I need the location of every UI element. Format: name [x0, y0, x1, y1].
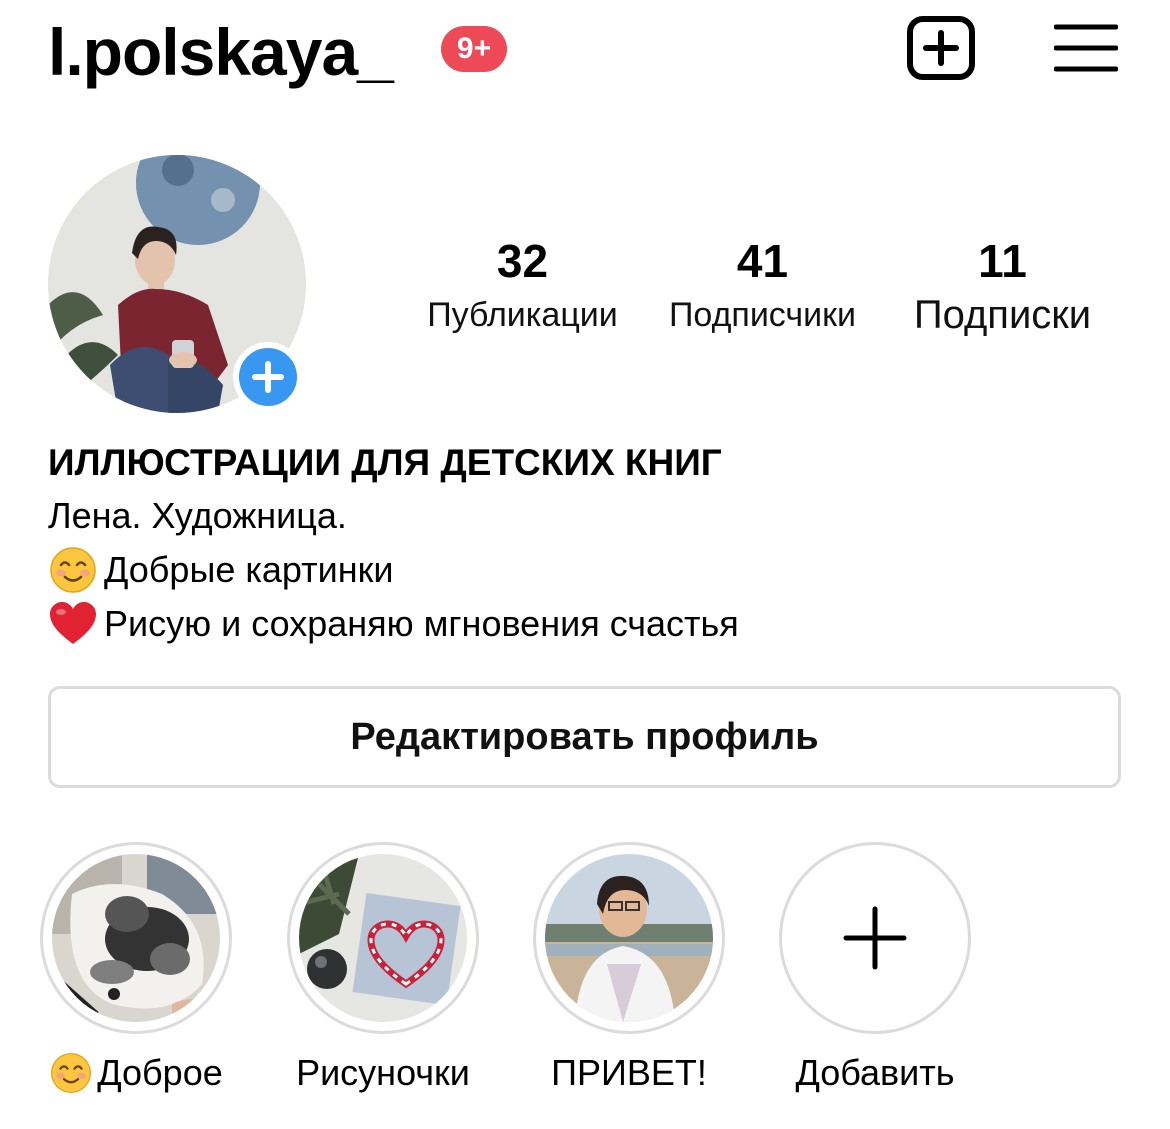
posts-label: Публикации — [427, 296, 618, 334]
bio-line-text: Лена. Художница. — [48, 495, 347, 536]
beach-portrait-image — [545, 854, 713, 1022]
highlight-item[interactable]: Доброе — [6, 842, 266, 1098]
menu-button[interactable] — [1053, 22, 1119, 74]
highlight-label-text: ПРИВЕТ! — [551, 1052, 707, 1093]
posts-count: 32 — [496, 235, 549, 287]
highlight-item[interactable]: ПРИВЕТ! — [499, 842, 759, 1098]
edit-profile-button[interactable]: Редактировать профиль — [48, 686, 1121, 788]
following-count: 11 — [978, 235, 1027, 287]
smiling-face-icon — [51, 1052, 92, 1094]
notification-badge[interactable]: 9+ — [441, 26, 507, 72]
highlight-ring — [287, 842, 479, 1034]
bio-title: ИЛЛЮСТРАЦИИ ДЛЯ ДЕТСКИХ КНИГ — [48, 442, 722, 483]
following-stat[interactable]: 11 Подписки — [900, 232, 1105, 340]
add-story-button[interactable] — [233, 342, 303, 412]
username-title[interactable]: l.polskaya_ — [48, 12, 394, 92]
highlight-label-text: Рисуночки — [296, 1052, 470, 1093]
following-label: Подписки — [913, 293, 1092, 337]
plus-square-icon — [907, 16, 975, 80]
highlight-label: Добавить — [745, 1048, 1005, 1098]
highlight-label: Рисуночки — [253, 1048, 513, 1098]
highlight-label: ПРИВЕТ! — [499, 1048, 759, 1098]
red-heart-icon — [50, 602, 96, 644]
top-bar: l.polskaya_ 9+ — [0, 0, 1170, 110]
highlight-item[interactable]: Рисуночки — [253, 842, 513, 1098]
bio-line: Добрые картинки — [48, 543, 1118, 597]
new-post-button[interactable] — [906, 15, 976, 81]
plus-icon — [252, 361, 284, 393]
highlight-label: Доброе — [6, 1048, 266, 1098]
highlight-ring — [779, 842, 971, 1034]
followers-count: 41 — [736, 235, 789, 287]
plus-icon — [843, 906, 907, 970]
profile-stats: 32 Публикации 41 Подписчики 11 Подписки — [400, 232, 1120, 342]
highlight-ring — [40, 842, 232, 1034]
add-highlight-button[interactable]: Добавить — [745, 842, 1005, 1098]
watercolor-cat-image — [52, 854, 220, 1022]
followers-label: Подписчики — [668, 296, 857, 334]
bio-line: Лена. Художница. — [48, 489, 1118, 543]
followers-stat[interactable]: 41 Подписчики — [655, 232, 870, 340]
highlight-ring — [533, 842, 725, 1034]
candy-cane-heart-image — [299, 854, 467, 1022]
bio-line-text: Добрые картинки — [104, 549, 394, 590]
smiling-face-icon — [50, 547, 96, 593]
highlight-label-text: Доброе — [97, 1052, 223, 1093]
profile-page: l.polskaya_ 9+ 32 Публикации 41 Подписчи… — [0, 0, 1170, 1129]
hamburger-menu-icon — [1053, 24, 1119, 72]
bio-line: Рисую и сохраняю мгновения счастья — [48, 597, 1118, 651]
profile-bio: ИЛЛЮСТРАЦИИ ДЛЯ ДЕТСКИХ КНИГ Лена. Худож… — [48, 437, 1118, 651]
bio-line-text: Рисую и сохраняю мгновения счастья — [104, 603, 739, 644]
highlight-label-text: Добавить — [795, 1052, 955, 1093]
posts-stat[interactable]: 32 Публикации — [415, 232, 630, 340]
